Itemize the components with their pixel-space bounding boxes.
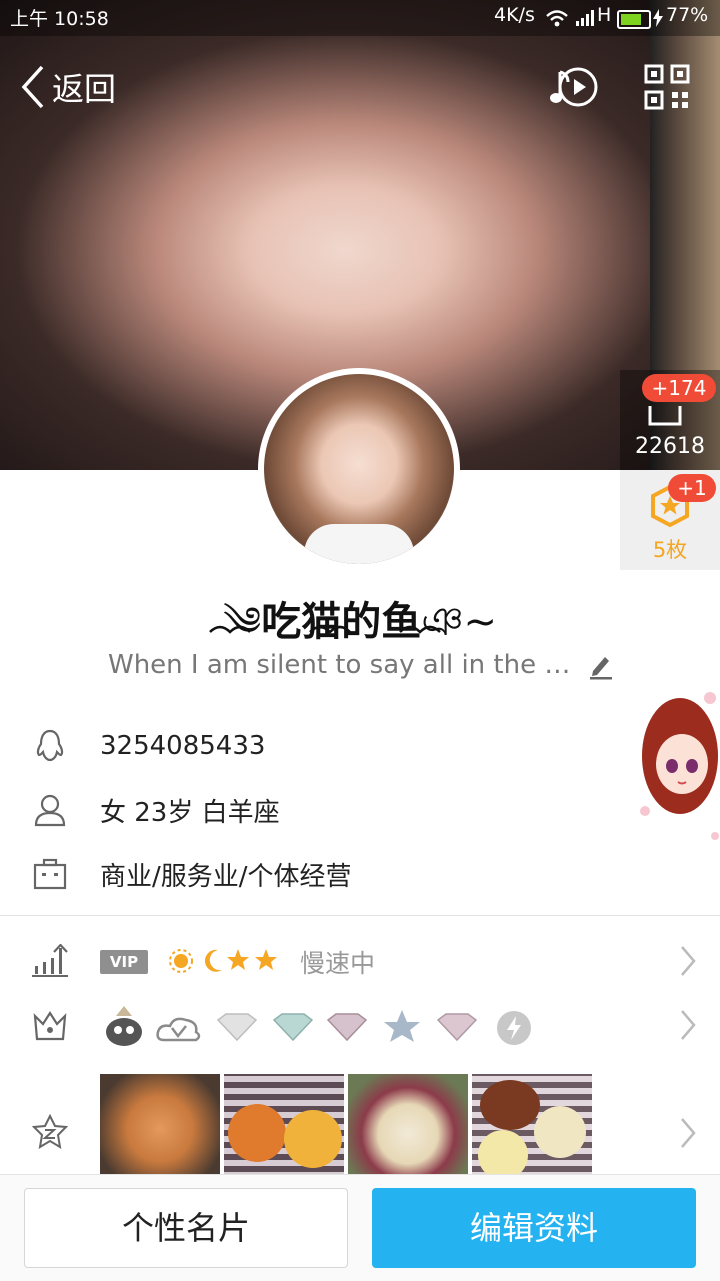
- anime-character-sticker: [640, 692, 719, 840]
- briefcase-icon: [33, 858, 67, 890]
- battery-icon: [617, 10, 651, 29]
- cloud-v-icon: [156, 1017, 201, 1042]
- growth-chart-icon: [32, 944, 68, 977]
- qq-number-row: 3254085433: [32, 724, 265, 768]
- food-dish: [480, 1080, 540, 1130]
- star-badge-icon: [384, 1010, 420, 1042]
- chevron-left-icon: [21, 65, 44, 109]
- bio-text[interactable]: When I am silent to say all in the e···: [108, 650, 578, 680]
- back-label: 返回: [52, 70, 117, 108]
- chevron-right-icon: [681, 946, 696, 976]
- edit-profile-button[interactable]: 编辑资料: [372, 1188, 696, 1268]
- badge-icons: [106, 1006, 531, 1046]
- sun-icon: [169, 949, 193, 973]
- signal-icon: [576, 10, 594, 26]
- album-photo[interactable]: [472, 1074, 592, 1184]
- status-network-speed: 4K/s: [494, 4, 535, 26]
- diamond-icon: [272, 1013, 314, 1042]
- level-icons: [169, 949, 277, 973]
- chevron-right-icon: [681, 1010, 696, 1040]
- status-time: 上午 10:58: [10, 8, 109, 30]
- diamond-icon: [436, 1013, 478, 1042]
- avatar-photo: [264, 374, 454, 564]
- album-photo[interactable]: [224, 1074, 344, 1184]
- vip-status: 慢速中: [300, 949, 376, 978]
- lightning-badge-icon: [497, 1011, 531, 1045]
- pencil-icon[interactable]: [588, 652, 614, 680]
- back-button[interactable]: 返回: [20, 64, 116, 110]
- like-count: 22618: [635, 434, 705, 459]
- medal-increment-badge: +1: [668, 474, 716, 502]
- battery-level: [621, 14, 641, 25]
- food-dish: [534, 1106, 586, 1158]
- album-photo[interactable]: [348, 1074, 468, 1184]
- avatar-shirt: [304, 524, 414, 564]
- divider: [0, 915, 720, 916]
- person-icon: [34, 794, 66, 827]
- wifi-icon: [546, 10, 568, 27]
- moon-icon: [204, 949, 222, 972]
- qr-code-icon[interactable]: [644, 64, 690, 110]
- music-play-icon[interactable]: [548, 64, 598, 110]
- food-dish: [228, 1104, 286, 1162]
- battery-percent: 77%: [666, 4, 709, 26]
- diamond-icon: [216, 1013, 258, 1042]
- food-dish: [478, 1130, 528, 1180]
- penguin-icon: [36, 729, 64, 762]
- medal-panel[interactable]: +1 5枚: [620, 470, 720, 570]
- star-icon: [255, 949, 277, 970]
- album-photo[interactable]: [100, 1074, 220, 1184]
- penguin-badge-icon: [106, 1006, 142, 1046]
- chevron-right-icon: [681, 1118, 696, 1148]
- medal-count: 5枚: [652, 538, 688, 562]
- gender-age-row: 女 23岁 白羊座: [32, 788, 280, 832]
- like-panel[interactable]: +174 22618: [620, 370, 720, 470]
- food-dish: [284, 1110, 342, 1168]
- vip-tag: VIP: [100, 950, 148, 974]
- avatar[interactable]: [258, 368, 460, 570]
- diamond-icon: [326, 1013, 368, 1042]
- qq-number: 3254085433: [100, 731, 266, 761]
- star-icon: [227, 949, 249, 970]
- star-z-icon: [32, 1114, 68, 1149]
- status-network-type: H: [597, 4, 612, 26]
- like-increment-badge: +174: [642, 374, 716, 402]
- occupation-row: 商业/服务业/个体经营: [32, 852, 352, 896]
- charging-icon: [653, 9, 663, 27]
- personal-card-button[interactable]: 个性名片: [24, 1188, 348, 1268]
- nickname-flourish: [209, 625, 441, 634]
- occupation: 商业/服务业/个体经营: [100, 861, 352, 892]
- gender-age-zodiac: 女 23岁 白羊座: [100, 797, 280, 828]
- crown-icon: [33, 1010, 67, 1041]
